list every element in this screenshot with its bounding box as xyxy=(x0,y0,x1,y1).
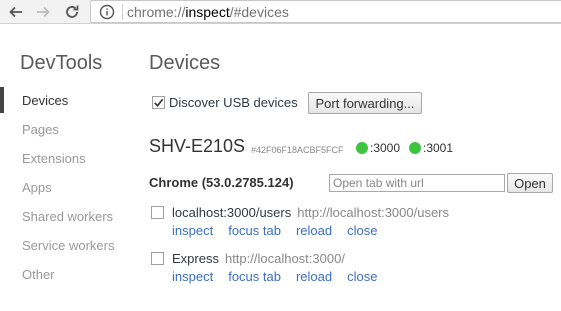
sidebar-item-pages[interactable]: Pages xyxy=(22,122,59,137)
open-tab-button[interactable]: Open xyxy=(507,173,553,193)
back-button[interactable] xyxy=(5,1,27,23)
url-text[interactable]: chrome://inspect/#devices xyxy=(127,4,289,20)
close-link[interactable]: close xyxy=(347,223,377,238)
inspect-link[interactable]: inspect xyxy=(172,269,213,284)
address-bar[interactable]: chrome://inspect/#devices xyxy=(90,0,561,23)
open-tab-url-input[interactable] xyxy=(329,174,505,192)
target-url: http://localhost:3000/ xyxy=(224,251,345,266)
target-item: Express http://localhost:3000/ inspect f… xyxy=(151,251,392,284)
reload-icon xyxy=(66,5,79,18)
page-title: Devices xyxy=(149,52,221,74)
focus-tab-link[interactable]: focus tab xyxy=(228,269,281,284)
sidebar-selected-marker xyxy=(0,87,4,113)
sidebar-title: DevTools xyxy=(20,52,103,74)
port-label: :3001 xyxy=(423,141,454,155)
forward-button[interactable] xyxy=(32,1,54,23)
inspect-link[interactable]: inspect xyxy=(172,223,213,238)
port-status-3001: :3001 xyxy=(409,141,453,155)
arrow-right-icon xyxy=(37,6,50,18)
omnibox-divider xyxy=(122,3,123,20)
device-serial: #42F06F18ACBF5FCF xyxy=(251,145,344,155)
sidebar-item-service-workers[interactable]: Service workers xyxy=(22,238,114,253)
target-title: localhost:3000/users xyxy=(172,205,292,220)
checkmark-icon xyxy=(154,98,164,107)
url-scheme: chrome:// xyxy=(127,3,186,20)
browser-toolbar: chrome://inspect/#devices xyxy=(0,0,561,24)
reload-button[interactable] xyxy=(61,1,83,23)
url-host: inspect xyxy=(185,3,230,20)
reload-link[interactable]: reload xyxy=(296,223,332,238)
target-item: localhost:3000/users http://localhost:30… xyxy=(151,205,449,238)
sidebar-item-devices[interactable]: Devices xyxy=(22,93,68,108)
port-ok-icon xyxy=(409,142,421,154)
info-icon[interactable] xyxy=(99,4,115,20)
discover-usb-checkbox[interactable] xyxy=(152,96,165,109)
sidebar-item-shared-workers[interactable]: Shared workers xyxy=(22,209,113,224)
sidebar-item-other[interactable]: Other xyxy=(22,267,55,282)
arrow-left-icon xyxy=(9,6,22,18)
port-forwarding-button[interactable]: Port forwarding... xyxy=(308,92,422,114)
device-name: SHV-E210S xyxy=(149,136,246,156)
target-url: http://localhost:3000/users xyxy=(297,205,450,220)
url-path: /#devices xyxy=(229,3,289,20)
port-label: :3000 xyxy=(370,141,401,155)
sidebar-item-apps[interactable]: Apps xyxy=(22,180,52,195)
focus-tab-link[interactable]: focus tab xyxy=(228,223,281,238)
sidebar-item-extensions[interactable]: Extensions xyxy=(22,151,86,166)
target-checkbox[interactable] xyxy=(151,252,164,265)
discover-usb-label: Discover USB devices xyxy=(169,95,298,110)
discover-usb-option[interactable]: Discover USB devices xyxy=(152,95,298,110)
reload-link[interactable]: reload xyxy=(296,269,332,284)
port-status-3000: :3000 xyxy=(356,141,400,155)
target-checkbox[interactable] xyxy=(151,206,164,219)
port-ok-icon xyxy=(356,142,368,154)
target-title: Express xyxy=(172,251,219,266)
browser-version: Chrome (53.0.2785.124) xyxy=(149,175,294,190)
close-link[interactable]: close xyxy=(347,269,377,284)
